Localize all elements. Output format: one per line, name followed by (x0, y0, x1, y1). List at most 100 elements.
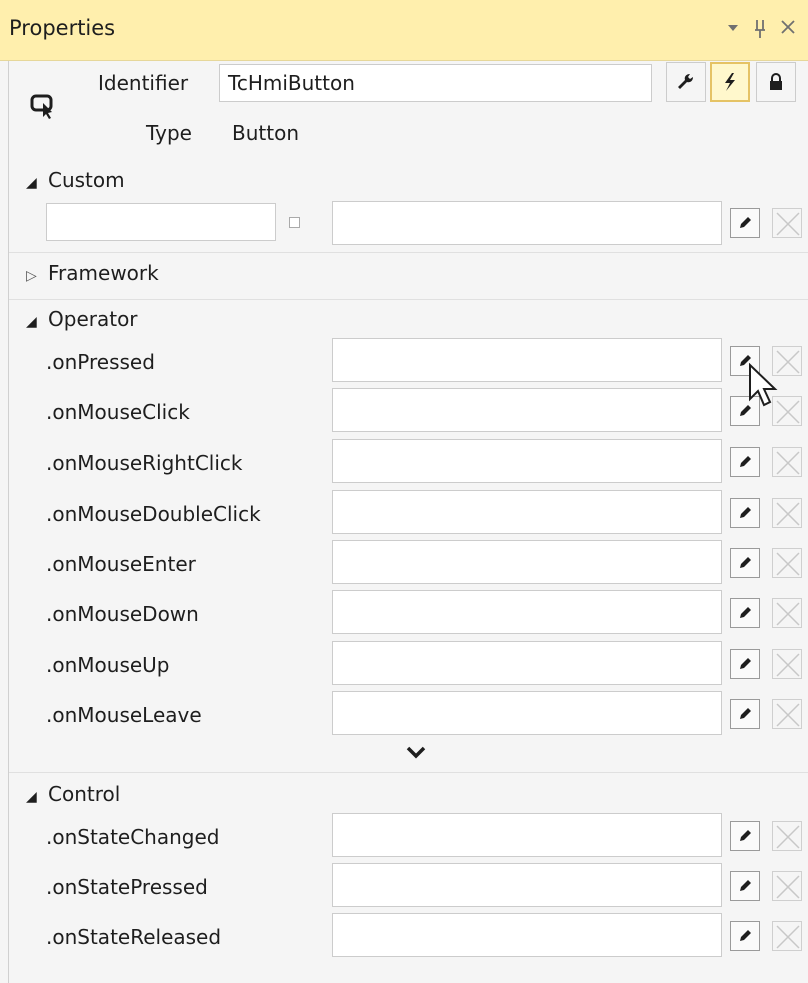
divider (9, 299, 808, 300)
event-label: .onStatePressed (46, 875, 208, 899)
clear-x-icon (776, 825, 800, 849)
pencil-icon (740, 658, 751, 669)
clear-button[interactable] (772, 548, 802, 578)
event-label: .onMouseDoubleClick (46, 502, 261, 526)
clear-x-icon (776, 502, 800, 526)
event-label: .onPressed (46, 350, 155, 374)
pin-icon[interactable] (752, 13, 768, 51)
lock-button[interactable] (756, 62, 796, 102)
event-label: .onMouseRightClick (46, 451, 243, 475)
edit-button[interactable] (730, 921, 760, 951)
clear-x-icon (776, 552, 800, 576)
clear-x-icon (776, 602, 800, 626)
edit-button[interactable] (730, 598, 760, 628)
clear-button[interactable] (772, 598, 802, 628)
section-operator-label: Operator (48, 307, 138, 331)
clear-x-icon (776, 350, 800, 374)
event-value-input[interactable] (332, 691, 722, 735)
event-label: .onMouseClick (46, 400, 190, 424)
select-cursor-icon (30, 94, 53, 119)
clear-button[interactable] (772, 346, 802, 376)
event-label: .onStateChanged (46, 825, 220, 849)
edit-button[interactable] (730, 649, 760, 679)
event-value-input[interactable] (332, 540, 722, 584)
custom-value-input[interactable] (332, 201, 722, 245)
clear-button[interactable] (772, 699, 802, 729)
pencil-icon (740, 830, 751, 841)
identifier-label: Identifier (98, 71, 189, 95)
expanded-triangle-icon: ◢ (26, 314, 37, 330)
clear-x-icon (776, 703, 800, 727)
clear-button[interactable] (772, 396, 802, 426)
event-value-input[interactable] (332, 641, 722, 685)
section-custom-label: Custom (48, 168, 125, 192)
clear-button[interactable] (772, 871, 802, 901)
divider (9, 252, 808, 253)
event-value-input[interactable] (332, 813, 722, 857)
show-more-chevron-icon[interactable] (404, 744, 428, 760)
event-label: .onMouseUp (46, 653, 170, 677)
edit-button[interactable] (730, 699, 760, 729)
custom-name-input[interactable] (46, 203, 276, 241)
event-value-input[interactable] (332, 590, 722, 634)
properties-view-button[interactable] (666, 62, 706, 102)
section-operator-header[interactable]: ◢ Operator (26, 307, 138, 331)
lightning-icon (725, 73, 735, 91)
edit-button[interactable] (730, 346, 760, 376)
edit-button[interactable] (730, 208, 760, 238)
event-label: .onStateReleased (46, 925, 222, 949)
clear-button[interactable] (772, 447, 802, 477)
expanded-triangle-icon: ◢ (26, 175, 37, 191)
dropdown-arrow-icon[interactable] (726, 13, 740, 51)
pencil-icon (740, 930, 751, 941)
event-value-input[interactable] (332, 490, 722, 534)
event-label: .onMouseDown (46, 602, 199, 626)
clear-x-icon (776, 212, 800, 236)
clear-button[interactable] (772, 821, 802, 851)
pencil-icon (740, 557, 751, 568)
divider (9, 772, 808, 773)
clear-x-icon (776, 451, 800, 475)
pencil-icon (740, 355, 751, 366)
type-label: Type (146, 121, 192, 145)
custom-checkbox[interactable] (289, 217, 300, 228)
pencil-icon (740, 405, 751, 416)
event-value-input[interactable] (332, 439, 722, 483)
section-framework-header[interactable]: ▷ Framework (26, 261, 159, 285)
wrench-icon (678, 74, 693, 89)
events-view-button[interactable] (710, 62, 750, 102)
pencil-icon (740, 708, 751, 719)
event-value-input[interactable] (332, 913, 722, 957)
clear-button[interactable] (772, 921, 802, 951)
edit-button[interactable] (730, 447, 760, 477)
lock-icon (770, 73, 782, 90)
clear-x-icon (776, 653, 800, 677)
pencil-icon (740, 880, 751, 891)
edit-button[interactable] (730, 498, 760, 528)
identifier-input[interactable]: TcHmiButton (219, 64, 652, 102)
section-control-header[interactable]: ◢ Control (26, 782, 120, 806)
expanded-triangle-icon: ◢ (26, 789, 37, 805)
pencil-icon (740, 456, 751, 467)
event-value-input[interactable] (332, 338, 722, 382)
section-custom-header[interactable]: ◢ Custom (26, 168, 125, 192)
clear-button[interactable] (772, 498, 802, 528)
close-icon[interactable] (779, 13, 797, 51)
edit-button[interactable] (730, 548, 760, 578)
event-value-input[interactable] (332, 863, 722, 907)
clear-x-icon (776, 400, 800, 424)
event-value-input[interactable] (332, 388, 722, 432)
clear-x-icon (776, 925, 800, 949)
edit-button[interactable] (730, 871, 760, 901)
section-framework-label: Framework (48, 261, 159, 285)
pencil-icon (740, 217, 751, 228)
clear-button[interactable] (772, 208, 802, 238)
clear-button[interactable] (772, 649, 802, 679)
edit-button[interactable] (730, 396, 760, 426)
clear-x-icon (776, 875, 800, 899)
pencil-icon (740, 607, 751, 618)
edit-button[interactable] (730, 821, 760, 851)
type-value: Button (232, 121, 299, 145)
event-label: .onMouseEnter (46, 552, 196, 576)
pencil-icon (740, 507, 751, 518)
